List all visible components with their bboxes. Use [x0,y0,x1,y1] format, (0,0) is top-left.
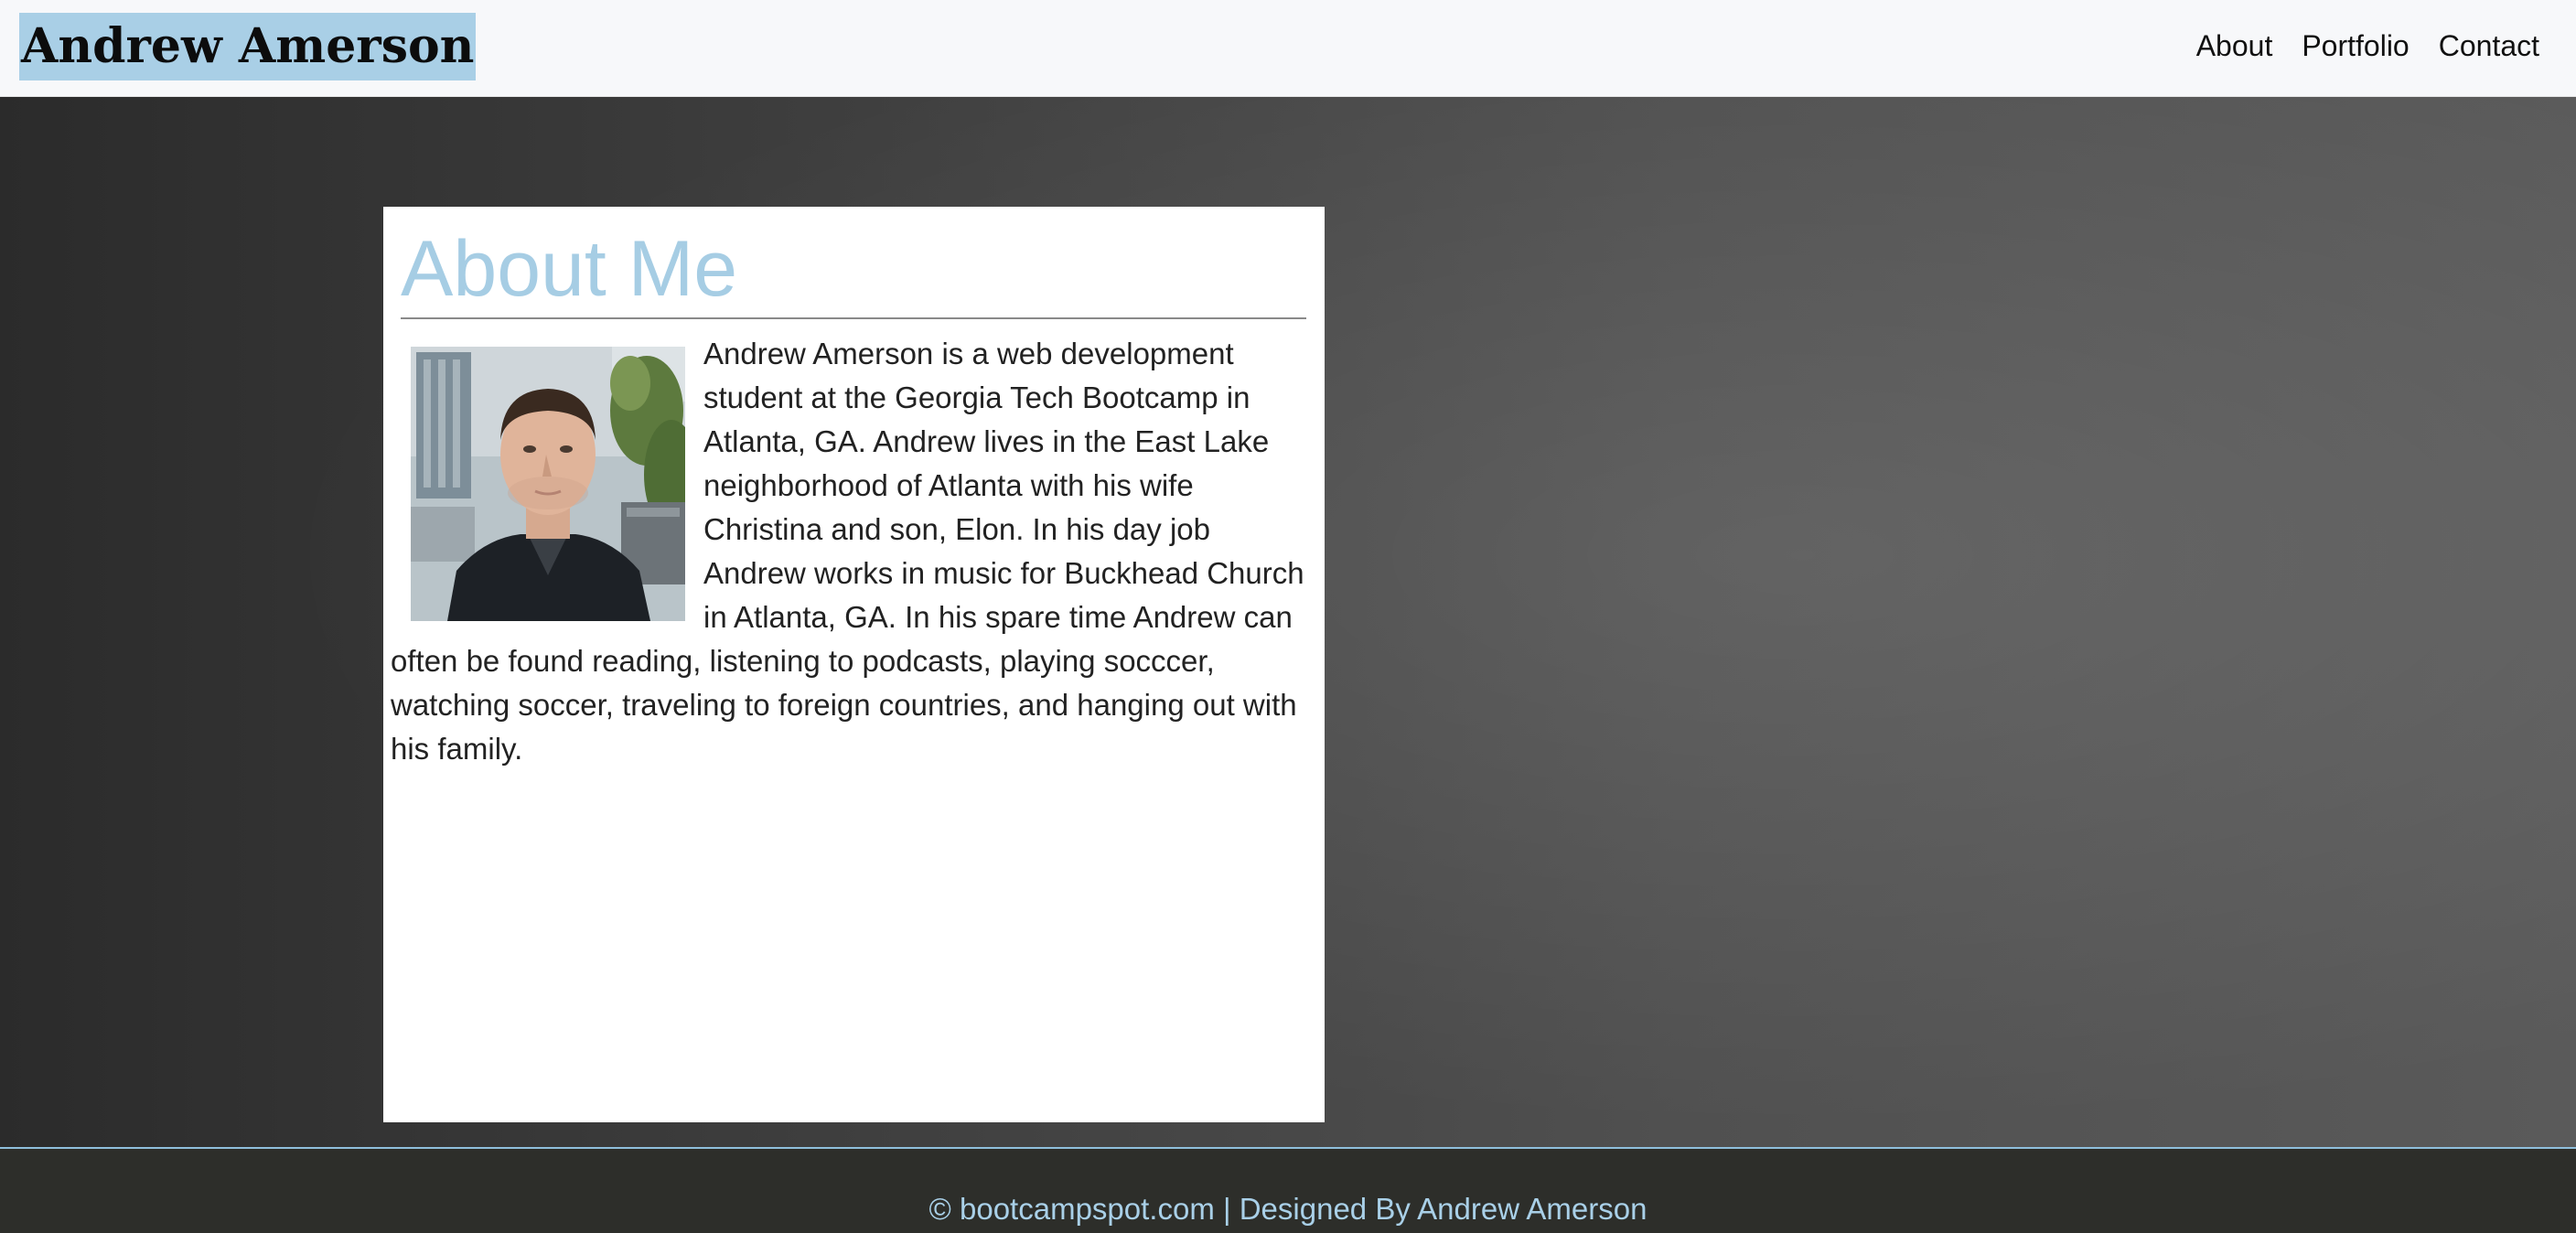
footer-text: © bootcampspot.com | Designed By Andrew … [928,1192,1648,1226]
navbar: Andrew Amerson About Portfolio Contact [0,0,2576,97]
nav-link-portfolio[interactable]: Portfolio [2302,24,2409,68]
about-card: About Me Andrew Amerson is a web develop… [383,207,1325,1122]
nav-link-about[interactable]: About [2196,24,2273,68]
footer: © bootcampspot.com | Designed By Andrew … [0,1147,2576,1233]
about-divider [401,317,1306,319]
nav-link-contact[interactable]: Contact [2439,24,2539,68]
about-title: About Me [401,225,738,313]
brand-link[interactable]: Andrew Amerson [19,13,477,80]
about-body: Andrew Amerson is a web development stud… [391,332,1310,771]
profile-photo [411,347,685,621]
nav-links: About Portfolio Contact [2196,24,2539,68]
